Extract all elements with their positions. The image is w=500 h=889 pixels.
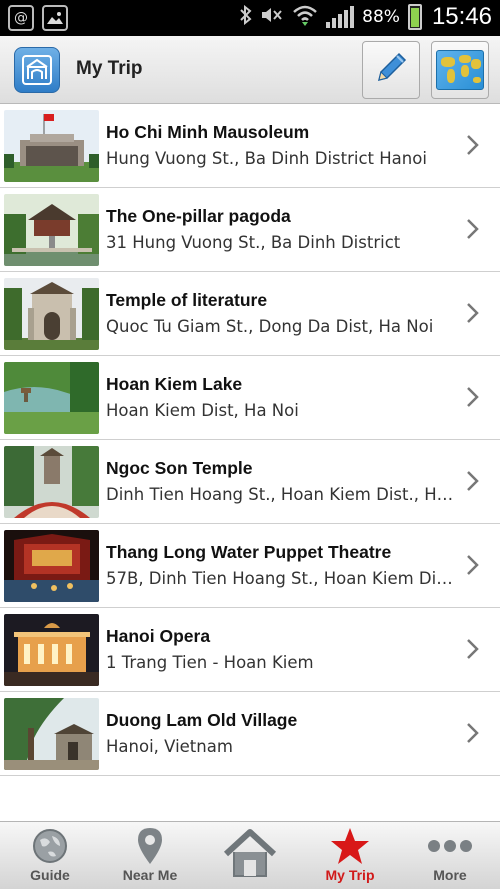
place-address: 1 Trang Tien - Hoan Kiem [106,653,314,672]
more-dots-icon [426,825,474,867]
chevron-right-icon [467,555,479,575]
tab-label: My Trip [325,867,375,883]
thumbnail-image [4,194,99,266]
place-address: Hoan Kiem Dist, Ha Noi [106,401,299,420]
list-item[interactable]: The One-pillar pagoda 31 Hung Vuong St.,… [0,188,500,272]
hanoi-gate-logo[interactable] [14,47,60,93]
tab-label: Near Me [122,867,178,883]
tab-label: Guide [30,867,70,883]
place-address: Hanoi, Vietnam [106,737,233,756]
list-item[interactable]: Temple of literature Quoc Tu Giam St., D… [0,272,500,356]
place-title: Hanoi Opera [106,626,211,646]
chevron-right-icon [467,387,479,407]
globe-icon [32,825,68,867]
place-title: Thang Long Water Puppet Theatre [106,542,392,562]
chevron-right-icon [467,135,479,155]
tab-label: More [433,867,467,883]
thumbnail-image [4,530,99,602]
trip-list: Ho Chi Minh Mausoleum Hung Vuong St., Ba… [0,104,500,776]
tab-my-trip[interactable]: My Trip [300,822,400,889]
tab-guide[interactable]: Guide [0,822,100,889]
status-bar: @ 88% 15:46 [0,0,500,36]
list-item[interactable]: Ho Chi Minh Mausoleum Hung Vuong St., Ba… [0,104,500,188]
wifi-icon [292,4,318,31]
place-address: 57B, Dinh Tien Hoang St., Hoan Kiem Dist… [106,569,454,588]
clock: 15:46 [431,3,492,30]
place-title: Ho Chi Minh Mausoleum [106,122,310,142]
place-address: Dinh Tien Hoang St., Hoan Kiem Dist., Ha… [106,485,454,504]
notification-icon: @ [8,5,34,31]
battery-percent: 88% [362,7,400,27]
thumbnail-image [4,362,99,434]
list-item[interactable]: Hoan Kiem Lake Hoan Kiem Dist, Ha Noi [0,356,500,440]
chevron-right-icon [467,219,479,239]
chevron-right-icon [467,303,479,323]
thumbnail-image [4,278,99,350]
tab-more[interactable]: More [400,822,500,889]
mute-icon [260,5,284,30]
battery-level-fill [410,7,419,27]
battery-icon [407,4,422,30]
pencil-icon [371,48,411,92]
thumbnail-image [4,614,99,686]
app-header: My Trip [0,36,500,104]
list-item[interactable]: Duong Lam Old Village Hanoi, Vietnam [0,692,500,776]
place-title: Temple of literature [106,290,268,310]
world-map-icon [436,50,484,90]
page-title: My Trip [76,58,143,79]
place-title: The One-pillar pagoda [106,206,291,226]
list-item[interactable]: Ngoc Son Temple Dinh Tien Hoang St., Hoa… [0,440,500,524]
place-title: Duong Lam Old Village [106,710,298,730]
location-pin-icon [135,825,165,867]
place-title: Ngoc Son Temple [106,458,253,478]
tab-near-me[interactable]: Near Me [100,822,200,889]
place-address: Quoc Tu Giam St., Dong Da Dist, Ha Noi [106,317,434,336]
place-address: 31 Hung Vuong St., Ba Dinh District [106,233,401,252]
star-icon [330,825,370,867]
list-item[interactable]: Hanoi Opera 1 Trang Tien - Hoan Kiem [0,608,500,692]
chevron-right-icon [467,471,479,491]
home-icon [222,822,278,886]
place-address: Hung Vuong St., Ba Dinh District Hanoi [106,149,427,168]
chevron-right-icon [467,639,479,659]
bottom-tab-bar: Guide Near Me My Trip More [0,821,500,889]
bluetooth-icon [240,4,252,30]
list-item[interactable]: Thang Long Water Puppet Theatre 57B, Din… [0,524,500,608]
thumbnail-image [4,446,99,518]
edit-button[interactable] [362,41,420,99]
thumbnail-image [4,110,99,182]
chevron-right-icon [467,723,479,743]
image-icon [42,5,68,31]
place-title: Hoan Kiem Lake [106,374,243,394]
thumbnail-image [4,698,99,770]
tab-home[interactable] [200,822,300,889]
signal-icon [326,6,355,28]
map-button[interactable] [431,41,489,99]
